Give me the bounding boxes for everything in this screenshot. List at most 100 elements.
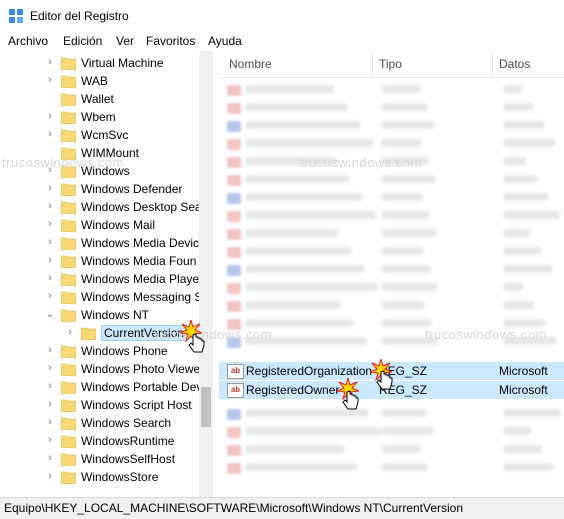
- folder-icon: [61, 381, 76, 394]
- tree-item[interactable]: › Windows Search: [0, 414, 200, 432]
- expand-chevron-icon[interactable]: ›: [45, 291, 55, 302]
- menu-edicion[interactable]: Edición: [63, 34, 102, 48]
- tree-item[interactable]: › Windows Portable Dev: [0, 378, 202, 396]
- expand-chevron-icon[interactable]: ›: [45, 399, 55, 410]
- tree-item[interactable]: › Windows Media Foun: [0, 252, 200, 270]
- tree-item[interactable]: › Windows Defender: [0, 180, 200, 198]
- redacted-text: [503, 229, 531, 237]
- column-header-name[interactable]: Nombre: [229, 57, 272, 71]
- tree-item[interactable]: › Windows Script Host: [0, 396, 200, 414]
- watermark: trucoswindows.com: [300, 155, 422, 170]
- column-separator[interactable]: [492, 51, 493, 77]
- tree-item[interactable]: › Windows Phone: [0, 342, 200, 360]
- redacted-text: [503, 139, 556, 147]
- tree-item-label: Windows Media Playe: [81, 272, 200, 286]
- menu-favoritos[interactable]: Favoritos: [146, 34, 195, 48]
- tree-item[interactable]: Wallet: [0, 90, 200, 108]
- tree-item[interactable]: › Windows Media Playe: [0, 270, 200, 288]
- watermark: trucoswindows.com: [425, 327, 547, 342]
- watermark: trucoswindows.com: [150, 327, 272, 342]
- expand-chevron-icon[interactable]: ›: [45, 201, 55, 212]
- expand-chevron-icon[interactable]: ›: [45, 471, 55, 482]
- folder-icon: [61, 201, 76, 214]
- expand-chevron-icon[interactable]: ›: [45, 255, 55, 266]
- tree-item-label: WAB: [81, 74, 108, 88]
- column-header-type[interactable]: Tipo: [379, 57, 402, 71]
- expand-chevron-icon[interactable]: ›: [45, 111, 55, 122]
- menu-ayuda[interactable]: Ayuda: [208, 34, 242, 48]
- expand-chevron-icon[interactable]: ›: [45, 237, 55, 248]
- expand-chevron-icon[interactable]: ›: [45, 75, 55, 86]
- redacted-text: [503, 265, 553, 273]
- tree-item-label: Windows Phone: [81, 344, 168, 358]
- folder-icon: [61, 273, 76, 286]
- tree-item[interactable]: › WindowsStore: [0, 468, 200, 486]
- redacted-text: [245, 139, 374, 147]
- tree-item-label: Windows Desktop Sea: [81, 200, 202, 214]
- expand-chevron-icon[interactable]: ›: [45, 273, 55, 284]
- value-data: Microsoft: [499, 383, 548, 397]
- tree-scrollbar[interactable]: [199, 51, 213, 497]
- expand-chevron-icon[interactable]: ›: [45, 363, 55, 374]
- menu-archivo[interactable]: Archivo: [8, 34, 48, 48]
- watermark: trucoswindows.com: [2, 155, 124, 170]
- tree-item-label: Windows Script Host: [81, 398, 192, 412]
- column-header-data[interactable]: Datos: [499, 57, 530, 71]
- value-icon: [227, 301, 241, 312]
- redacted-text: [503, 157, 527, 165]
- expand-chevron-icon[interactable]: ›: [45, 183, 55, 194]
- expand-chevron-icon[interactable]: ›: [45, 129, 55, 140]
- expand-chevron-icon[interactable]: ›: [45, 57, 55, 68]
- redacted-text: [245, 211, 376, 219]
- folder-icon: [61, 75, 76, 88]
- value-icon: [227, 445, 241, 456]
- tree-item[interactable]: ⌄ Windows NT: [0, 306, 200, 324]
- tree-item[interactable]: › Windows Media Devic: [0, 234, 200, 252]
- expand-chevron-icon[interactable]: ›: [65, 327, 75, 338]
- expand-chevron-icon[interactable]: ›: [45, 381, 55, 392]
- redacted-text: [503, 211, 560, 219]
- expand-chevron-icon[interactable]: ›: [45, 417, 55, 428]
- redacted-text: [503, 319, 546, 327]
- expand-chevron-icon[interactable]: ›: [45, 219, 55, 230]
- folder-icon: [61, 183, 76, 196]
- tree-item[interactable]: › WindowsSelfHost: [0, 450, 200, 468]
- tree-item[interactable]: › WAB: [0, 72, 200, 90]
- tree-item[interactable]: › Windows Desktop Sea: [0, 198, 202, 216]
- string-value-icon: ab: [227, 383, 244, 398]
- collapse-chevron-icon[interactable]: ⌄: [45, 309, 55, 320]
- menu-ver[interactable]: Ver: [116, 34, 134, 48]
- tree-item[interactable]: › WindowsRuntime: [0, 432, 200, 450]
- expand-chevron-icon[interactable]: ›: [45, 453, 55, 464]
- redacted-text: [381, 409, 427, 417]
- window-title: Editor del Registro: [30, 9, 129, 23]
- redacted-text: [503, 427, 532, 435]
- registry-tree[interactable]: › Virtual Machine › WAB Wallet › Wbem › WcmSvc WI…: [0, 51, 214, 497]
- tree-scrollbar-thumb[interactable]: [201, 387, 211, 427]
- tree-item[interactable]: › Virtual Machine: [0, 54, 200, 72]
- status-bar: Equipo\HKEY_LOCAL_MACHINE\SOFTWARE\Micro…: [0, 497, 564, 519]
- expand-chevron-icon[interactable]: ›: [45, 435, 55, 446]
- folder-icon: [61, 237, 76, 250]
- value-name: RegisteredOwner: [246, 383, 340, 397]
- redacted-text: [381, 265, 431, 273]
- tree-item[interactable]: › Windows Messaging S: [0, 288, 202, 306]
- column-separator[interactable]: [372, 51, 373, 77]
- folder-icon: [61, 219, 76, 232]
- tree-item[interactable]: › Windows Photo Viewe: [0, 360, 200, 378]
- expand-chevron-icon[interactable]: ›: [45, 345, 55, 356]
- value-icon: [227, 463, 241, 474]
- tree-item[interactable]: › Wbem: [0, 108, 200, 126]
- tree-item[interactable]: › Windows Mail: [0, 216, 200, 234]
- redacted-text: [503, 121, 545, 129]
- value-icon: [227, 283, 241, 294]
- redacted-text: [245, 445, 345, 453]
- hand-cursor-icon: [188, 333, 205, 353]
- folder-icon: [61, 93, 76, 106]
- title-bar: Editor del Registro: [0, 0, 564, 31]
- value-icon: [227, 121, 241, 132]
- tree-item[interactable]: › WcmSvc: [0, 126, 200, 144]
- folder-icon: [61, 129, 76, 142]
- redacted-text: [503, 283, 524, 291]
- redacted-text: [381, 85, 421, 93]
